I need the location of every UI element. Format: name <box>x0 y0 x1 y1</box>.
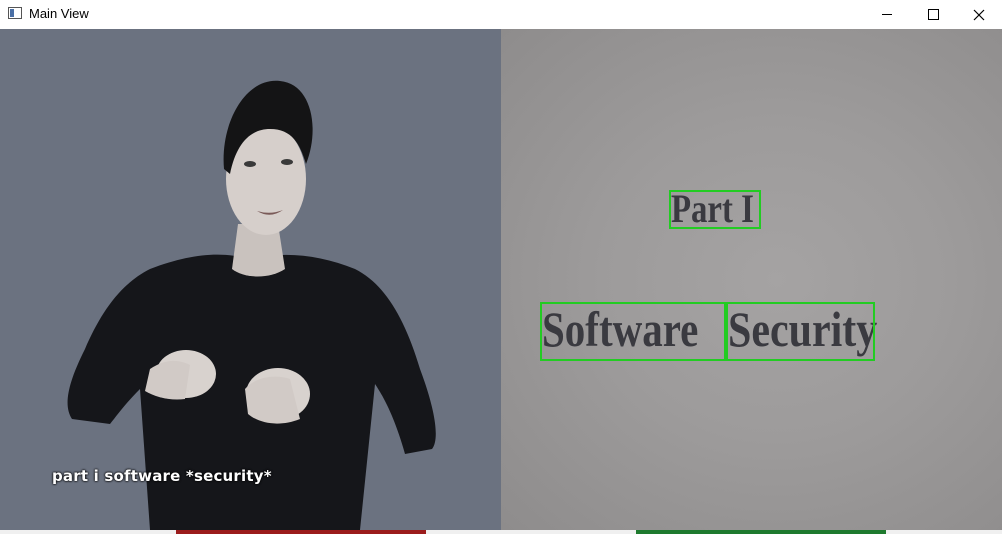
title-bar: Main View <box>0 0 1002 29</box>
app-window-icon <box>8 7 22 19</box>
start-button[interactable] <box>636 530 886 534</box>
stop-button[interactable] <box>176 530 426 534</box>
signer-video-pane: part i software *security* <box>0 29 501 530</box>
close-icon <box>973 9 985 20</box>
ocr-camera-pane: Part I Software Security <box>501 29 1002 530</box>
detection-box-line <box>540 302 875 361</box>
minimize-icon <box>882 14 892 15</box>
detection-box-part-i <box>669 190 761 229</box>
maximize-icon <box>927 9 939 20</box>
close-button[interactable] <box>956 0 1002 29</box>
recognized-sign-caption: part i software *security* <box>52 467 272 485</box>
window-title: Main View <box>29 6 89 21</box>
maximize-button[interactable] <box>910 0 956 29</box>
signer-figure <box>67 80 436 530</box>
minimize-button[interactable] <box>864 0 910 29</box>
